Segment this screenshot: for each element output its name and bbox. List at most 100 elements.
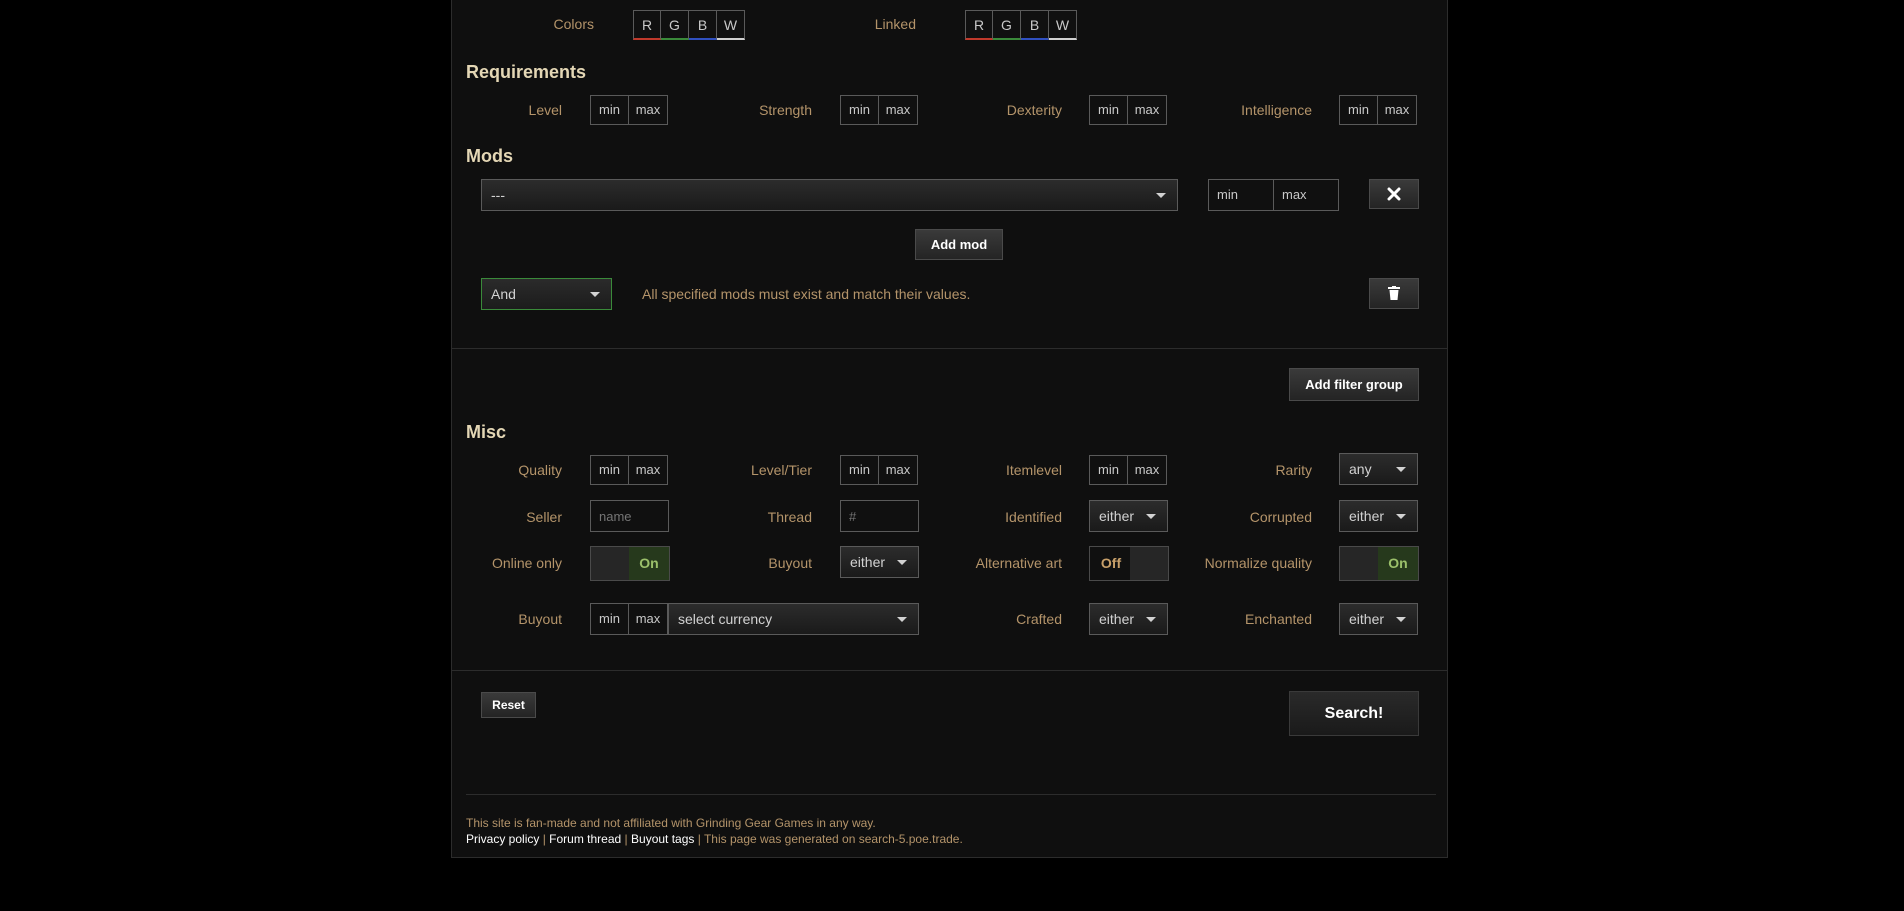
identified-value: either <box>1099 508 1135 524</box>
itemlevel-min-input[interactable]: min <box>1089 455 1128 485</box>
chevron-down-icon <box>1396 467 1406 472</box>
itemlevel-max-input[interactable]: max <box>1128 455 1167 485</box>
alternative-art-toggle[interactable]: Off <box>1089 546 1169 581</box>
trash-icon <box>1388 286 1400 300</box>
dexterity-min-input[interactable]: min <box>1089 95 1128 125</box>
remove-mod-button[interactable] <box>1369 179 1419 209</box>
identified-label: Identified <box>1005 509 1062 525</box>
privacy-policy-link[interactable]: Privacy policy <box>466 832 539 846</box>
buyout-range: min max <box>590 603 668 635</box>
buyout-tags-link[interactable]: Buyout tags <box>631 832 694 846</box>
itemlevel-range: min max <box>1089 455 1167 485</box>
crafted-value: either <box>1099 611 1135 627</box>
buyout-min-input[interactable]: min <box>590 603 629 635</box>
enchanted-value: either <box>1349 611 1385 627</box>
delete-group-button[interactable] <box>1369 278 1419 309</box>
buyout-select-value: either <box>850 554 886 570</box>
socket-color-w[interactable]: W <box>717 10 745 40</box>
level-min-input[interactable]: min <box>590 95 629 125</box>
toggle-knob <box>1340 547 1378 580</box>
socket-color-g[interactable]: G <box>661 10 689 40</box>
mod-max-input[interactable]: max <box>1273 179 1339 211</box>
chevron-down-icon <box>1396 617 1406 622</box>
chevron-down-icon <box>1156 193 1166 198</box>
corrupted-label: Corrupted <box>1249 509 1312 525</box>
mod-select-value: --- <box>491 187 505 203</box>
chevron-down-icon <box>1396 514 1406 519</box>
search-panel: Colors R G B W Linked R G B W Requiremen… <box>451 0 1448 858</box>
thread-label: Thread <box>767 509 812 525</box>
mod-select[interactable]: --- <box>481 179 1178 211</box>
rarity-select[interactable]: any <box>1339 453 1418 485</box>
dexterity-range: min max <box>1089 95 1167 125</box>
search-button[interactable]: Search! <box>1289 691 1419 736</box>
linked-label: Linked <box>874 16 916 32</box>
level-label: Level <box>528 102 562 118</box>
footer-links: Privacy policy | Forum thread | Buyout t… <box>466 832 963 846</box>
identified-select[interactable]: either <box>1089 500 1168 532</box>
normalize-quality-toggle[interactable]: On <box>1339 546 1419 581</box>
seller-input[interactable] <box>590 500 669 532</box>
level-tier-max-input[interactable]: max <box>879 455 918 485</box>
online-only-toggle[interactable]: On <box>590 546 670 581</box>
mod-min-input[interactable]: min <box>1208 179 1274 211</box>
footer-separator: | <box>624 832 628 846</box>
quality-min-input[interactable]: min <box>590 455 629 485</box>
toggle-knob <box>591 547 629 580</box>
chevron-down-icon <box>1146 617 1156 622</box>
socket-linked-group: R G B W <box>965 10 1077 40</box>
mods-heading: Mods <box>466 146 513 166</box>
chevron-down-icon <box>897 617 907 622</box>
strength-range: min max <box>840 95 918 125</box>
rarity-label: Rarity <box>1275 462 1312 478</box>
linked-color-b[interactable]: B <box>1021 10 1049 40</box>
enchanted-select[interactable]: either <box>1339 603 1418 635</box>
dexterity-max-input[interactable]: max <box>1128 95 1167 125</box>
footer-disclaimer: This site is fan-made and not affiliated… <box>466 816 876 830</box>
mods-divider <box>452 348 1447 349</box>
quality-range: min max <box>590 455 668 485</box>
linked-color-g[interactable]: G <box>993 10 1021 40</box>
footer-divider <box>466 794 1436 795</box>
strength-min-input[interactable]: min <box>840 95 879 125</box>
intelligence-max-input[interactable]: max <box>1378 95 1417 125</box>
add-filter-group-button[interactable]: Add filter group <box>1289 368 1419 401</box>
online-only-state: On <box>629 547 669 580</box>
forum-thread-link[interactable]: Forum thread <box>549 832 621 846</box>
misc-divider <box>452 670 1447 671</box>
alternative-art-label: Alternative art <box>975 555 1062 571</box>
linked-color-r[interactable]: R <box>965 10 993 40</box>
crafted-select[interactable]: either <box>1089 603 1168 635</box>
group-type-select[interactable]: And <box>481 278 612 310</box>
reset-button[interactable]: Reset <box>481 692 536 718</box>
normalize-quality-label: Normalize quality <box>1204 555 1312 571</box>
level-range: min max <box>590 95 668 125</box>
socket-color-b[interactable]: B <box>689 10 717 40</box>
add-mod-button[interactable]: Add mod <box>915 229 1003 260</box>
socket-color-r[interactable]: R <box>633 10 661 40</box>
level-tier-label: Level/Tier <box>751 462 812 478</box>
currency-value: select currency <box>678 611 773 627</box>
thread-input[interactable] <box>840 500 919 532</box>
alternative-art-state: Off <box>1090 547 1132 580</box>
rarity-value: any <box>1349 461 1372 477</box>
buyout-select-label: Buyout <box>768 555 812 571</box>
intelligence-min-input[interactable]: min <box>1339 95 1378 125</box>
buyout-max-input[interactable]: max <box>629 603 668 635</box>
dexterity-label: Dexterity <box>1006 102 1062 118</box>
buyout-select[interactable]: either <box>840 546 919 578</box>
footer-generated: | This page was generated on search-5.po… <box>697 832 963 846</box>
currency-select[interactable]: select currency <box>668 603 919 635</box>
quality-max-input[interactable]: max <box>629 455 668 485</box>
intelligence-range: min max <box>1339 95 1417 125</box>
strength-max-input[interactable]: max <box>879 95 918 125</box>
level-tier-min-input[interactable]: min <box>840 455 879 485</box>
socket-colors-group: R G B W <box>633 10 745 40</box>
level-max-input[interactable]: max <box>629 95 668 125</box>
normalize-quality-state: On <box>1378 547 1418 580</box>
requirements-heading: Requirements <box>466 62 587 82</box>
linked-color-w[interactable]: W <box>1049 10 1077 40</box>
corrupted-select[interactable]: either <box>1339 500 1418 532</box>
colors-label: Colors <box>553 16 594 32</box>
group-type-value: And <box>491 286 516 302</box>
